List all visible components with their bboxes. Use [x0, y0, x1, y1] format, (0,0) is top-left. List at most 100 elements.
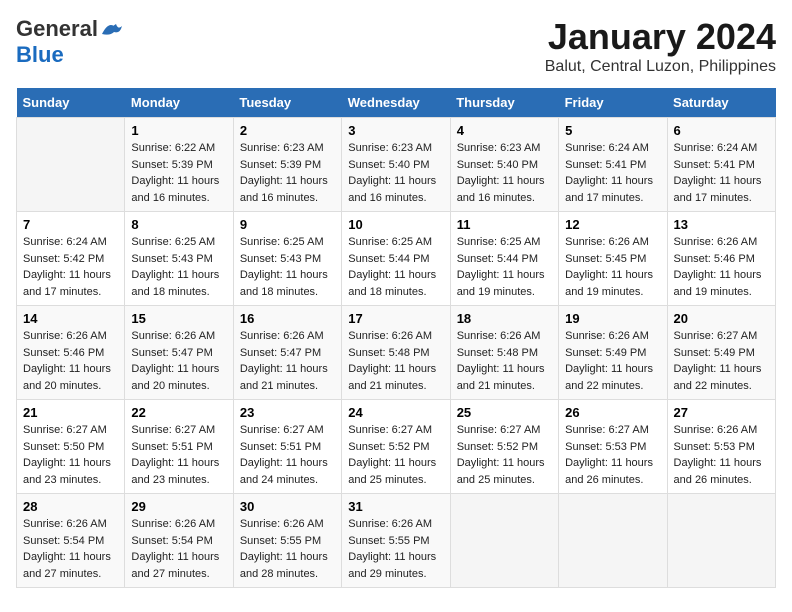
calendar-cell: 7 Sunrise: 6:24 AMSunset: 5:42 PMDayligh… [17, 212, 125, 306]
logo: General Blue [16, 16, 122, 68]
calendar-cell: 25 Sunrise: 6:27 AMSunset: 5:52 PMDaylig… [450, 400, 558, 494]
calendar-table: SundayMondayTuesdayWednesdayThursdayFrid… [16, 88, 776, 588]
calendar-cell: 14 Sunrise: 6:26 AMSunset: 5:46 PMDaylig… [17, 306, 125, 400]
day-number: 5 [565, 123, 660, 138]
day-number: 7 [23, 217, 118, 232]
calendar-cell: 8 Sunrise: 6:25 AMSunset: 5:43 PMDayligh… [125, 212, 233, 306]
day-info: Sunrise: 6:27 AMSunset: 5:49 PMDaylight:… [674, 330, 762, 392]
day-info: Sunrise: 6:26 AMSunset: 5:54 PMDaylight:… [23, 518, 111, 580]
calendar-header-row: SundayMondayTuesdayWednesdayThursdayFrid… [17, 88, 776, 118]
day-info: Sunrise: 6:26 AMSunset: 5:55 PMDaylight:… [240, 518, 328, 580]
day-info: Sunrise: 6:26 AMSunset: 5:54 PMDaylight:… [131, 518, 219, 580]
calendar-cell: 13 Sunrise: 6:26 AMSunset: 5:46 PMDaylig… [667, 212, 775, 306]
calendar-cell: 30 Sunrise: 6:26 AMSunset: 5:55 PMDaylig… [233, 494, 341, 588]
day-info: Sunrise: 6:26 AMSunset: 5:53 PMDaylight:… [674, 424, 762, 486]
calendar-cell: 21 Sunrise: 6:27 AMSunset: 5:50 PMDaylig… [17, 400, 125, 494]
day-info: Sunrise: 6:25 AMSunset: 5:44 PMDaylight:… [348, 236, 436, 298]
day-info: Sunrise: 6:24 AMSunset: 5:41 PMDaylight:… [674, 142, 762, 204]
title-area: January 2024 Balut, Central Luzon, Phili… [545, 16, 776, 76]
day-number: 17 [348, 311, 443, 326]
calendar-cell [450, 494, 558, 588]
page-header: General Blue January 2024 Balut, Central… [16, 16, 776, 76]
calendar-day-header: Friday [559, 88, 667, 118]
day-number: 6 [674, 123, 769, 138]
day-info: Sunrise: 6:25 AMSunset: 5:44 PMDaylight:… [457, 236, 545, 298]
calendar-week-row: 28 Sunrise: 6:26 AMSunset: 5:54 PMDaylig… [17, 494, 776, 588]
calendar-day-header: Saturday [667, 88, 775, 118]
day-info: Sunrise: 6:26 AMSunset: 5:48 PMDaylight:… [348, 330, 436, 392]
calendar-day-header: Wednesday [342, 88, 450, 118]
calendar-day-header: Monday [125, 88, 233, 118]
day-info: Sunrise: 6:26 AMSunset: 5:46 PMDaylight:… [674, 236, 762, 298]
day-number: 18 [457, 311, 552, 326]
logo-bird-icon [100, 20, 122, 38]
day-number: 12 [565, 217, 660, 232]
day-number: 25 [457, 405, 552, 420]
calendar-week-row: 7 Sunrise: 6:24 AMSunset: 5:42 PMDayligh… [17, 212, 776, 306]
day-number: 30 [240, 499, 335, 514]
logo-general: General [16, 16, 98, 42]
calendar-cell: 18 Sunrise: 6:26 AMSunset: 5:48 PMDaylig… [450, 306, 558, 400]
day-info: Sunrise: 6:24 AMSunset: 5:42 PMDaylight:… [23, 236, 111, 298]
day-number: 1 [131, 123, 226, 138]
day-number: 19 [565, 311, 660, 326]
calendar-cell: 23 Sunrise: 6:27 AMSunset: 5:51 PMDaylig… [233, 400, 341, 494]
calendar-cell: 16 Sunrise: 6:26 AMSunset: 5:47 PMDaylig… [233, 306, 341, 400]
day-number: 26 [565, 405, 660, 420]
calendar-day-header: Thursday [450, 88, 558, 118]
calendar-cell: 20 Sunrise: 6:27 AMSunset: 5:49 PMDaylig… [667, 306, 775, 400]
calendar-body: 1 Sunrise: 6:22 AMSunset: 5:39 PMDayligh… [17, 118, 776, 588]
logo-blue: Blue [16, 42, 64, 68]
calendar-cell: 5 Sunrise: 6:24 AMSunset: 5:41 PMDayligh… [559, 118, 667, 212]
day-number: 2 [240, 123, 335, 138]
calendar-cell: 15 Sunrise: 6:26 AMSunset: 5:47 PMDaylig… [125, 306, 233, 400]
calendar-cell: 6 Sunrise: 6:24 AMSunset: 5:41 PMDayligh… [667, 118, 775, 212]
day-number: 4 [457, 123, 552, 138]
day-info: Sunrise: 6:23 AMSunset: 5:40 PMDaylight:… [457, 142, 545, 204]
day-number: 9 [240, 217, 335, 232]
day-number: 10 [348, 217, 443, 232]
day-number: 8 [131, 217, 226, 232]
day-info: Sunrise: 6:26 AMSunset: 5:47 PMDaylight:… [131, 330, 219, 392]
day-info: Sunrise: 6:26 AMSunset: 5:45 PMDaylight:… [565, 236, 653, 298]
day-info: Sunrise: 6:22 AMSunset: 5:39 PMDaylight:… [131, 142, 219, 204]
calendar-cell: 12 Sunrise: 6:26 AMSunset: 5:45 PMDaylig… [559, 212, 667, 306]
calendar-day-header: Sunday [17, 88, 125, 118]
day-info: Sunrise: 6:27 AMSunset: 5:52 PMDaylight:… [348, 424, 436, 486]
day-number: 14 [23, 311, 118, 326]
location-title: Balut, Central Luzon, Philippines [545, 58, 776, 76]
calendar-cell [667, 494, 775, 588]
day-info: Sunrise: 6:25 AMSunset: 5:43 PMDaylight:… [131, 236, 219, 298]
calendar-cell: 31 Sunrise: 6:26 AMSunset: 5:55 PMDaylig… [342, 494, 450, 588]
day-info: Sunrise: 6:27 AMSunset: 5:51 PMDaylight:… [240, 424, 328, 486]
calendar-cell: 2 Sunrise: 6:23 AMSunset: 5:39 PMDayligh… [233, 118, 341, 212]
calendar-cell: 3 Sunrise: 6:23 AMSunset: 5:40 PMDayligh… [342, 118, 450, 212]
day-info: Sunrise: 6:24 AMSunset: 5:41 PMDaylight:… [565, 142, 653, 204]
calendar-cell: 22 Sunrise: 6:27 AMSunset: 5:51 PMDaylig… [125, 400, 233, 494]
calendar-cell: 28 Sunrise: 6:26 AMSunset: 5:54 PMDaylig… [17, 494, 125, 588]
calendar-week-row: 1 Sunrise: 6:22 AMSunset: 5:39 PMDayligh… [17, 118, 776, 212]
day-info: Sunrise: 6:27 AMSunset: 5:51 PMDaylight:… [131, 424, 219, 486]
calendar-week-row: 14 Sunrise: 6:26 AMSunset: 5:46 PMDaylig… [17, 306, 776, 400]
day-info: Sunrise: 6:27 AMSunset: 5:53 PMDaylight:… [565, 424, 653, 486]
day-number: 24 [348, 405, 443, 420]
day-number: 16 [240, 311, 335, 326]
calendar-cell: 17 Sunrise: 6:26 AMSunset: 5:48 PMDaylig… [342, 306, 450, 400]
day-info: Sunrise: 6:23 AMSunset: 5:39 PMDaylight:… [240, 142, 328, 204]
day-number: 13 [674, 217, 769, 232]
day-info: Sunrise: 6:26 AMSunset: 5:46 PMDaylight:… [23, 330, 111, 392]
calendar-cell: 11 Sunrise: 6:25 AMSunset: 5:44 PMDaylig… [450, 212, 558, 306]
day-number: 28 [23, 499, 118, 514]
day-number: 31 [348, 499, 443, 514]
day-info: Sunrise: 6:27 AMSunset: 5:52 PMDaylight:… [457, 424, 545, 486]
calendar-week-row: 21 Sunrise: 6:27 AMSunset: 5:50 PMDaylig… [17, 400, 776, 494]
calendar-cell: 19 Sunrise: 6:26 AMSunset: 5:49 PMDaylig… [559, 306, 667, 400]
month-title: January 2024 [545, 16, 776, 58]
calendar-cell: 9 Sunrise: 6:25 AMSunset: 5:43 PMDayligh… [233, 212, 341, 306]
calendar-day-header: Tuesday [233, 88, 341, 118]
calendar-cell: 27 Sunrise: 6:26 AMSunset: 5:53 PMDaylig… [667, 400, 775, 494]
day-number: 3 [348, 123, 443, 138]
day-info: Sunrise: 6:27 AMSunset: 5:50 PMDaylight:… [23, 424, 111, 486]
day-number: 15 [131, 311, 226, 326]
day-info: Sunrise: 6:23 AMSunset: 5:40 PMDaylight:… [348, 142, 436, 204]
